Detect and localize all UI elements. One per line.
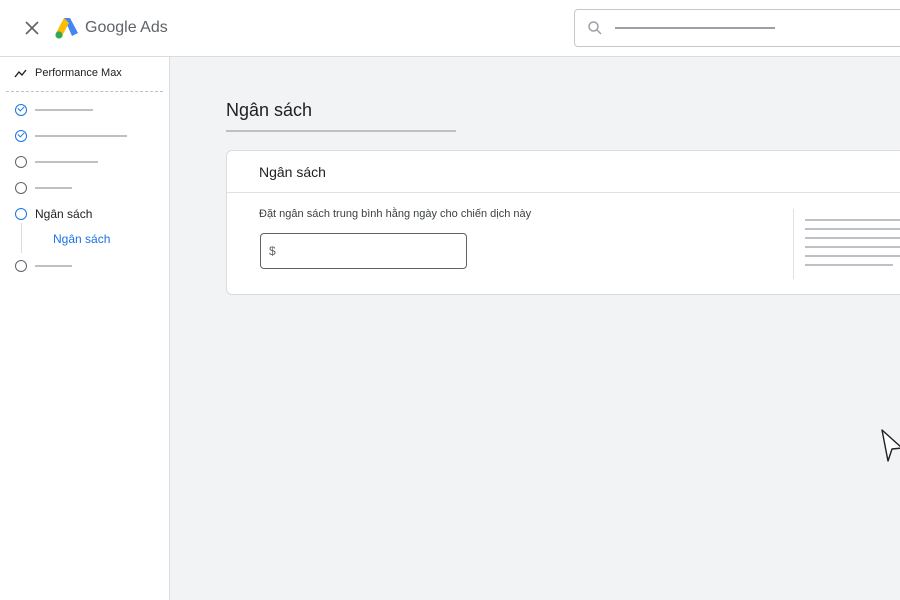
close-icon[interactable] [22, 18, 42, 38]
currency-prefix: $ [269, 244, 276, 258]
trending-icon [14, 69, 27, 78]
info-text-placeholder [805, 264, 893, 266]
search-input[interactable] [574, 9, 900, 47]
info-panel [805, 219, 900, 273]
sidebar-sub-step-budget[interactable]: Ngân sách [53, 232, 110, 246]
card-divider [793, 209, 794, 279]
sidebar-divider [6, 91, 163, 92]
check-icon [15, 130, 27, 142]
card-header: Ngân sách [227, 151, 900, 193]
brand-name: Google Ads [85, 19, 168, 36]
sub-step-rail [21, 223, 22, 253]
title-underline [226, 130, 456, 132]
step-label-placeholder [35, 109, 93, 111]
sidebar-step-2[interactable] [15, 130, 127, 142]
sidebar: Performance Max Ngân sách Ngân sách [0, 57, 170, 600]
check-icon [15, 104, 27, 116]
cursor-icon [881, 429, 900, 462]
info-text-placeholder [805, 255, 900, 257]
circle-icon [15, 208, 27, 220]
info-text-placeholder [805, 228, 900, 230]
search-icon [588, 21, 602, 35]
search-placeholder [615, 27, 775, 29]
sidebar-step-6[interactable] [15, 260, 72, 272]
step-label-placeholder [35, 265, 72, 267]
info-text-placeholder [805, 219, 900, 221]
circle-icon [15, 260, 27, 272]
campaign-type: Performance Max [14, 67, 122, 79]
info-text-placeholder [805, 237, 900, 239]
sidebar-step-4[interactable] [15, 182, 72, 194]
sidebar-step-label: Ngân sách [35, 207, 93, 221]
sidebar-step-1[interactable] [15, 104, 93, 116]
budget-description: Đặt ngân sách trung bình hằng ngày cho c… [259, 208, 532, 220]
step-label-placeholder [35, 135, 127, 137]
step-label-placeholder [35, 161, 98, 163]
circle-icon [15, 156, 27, 168]
card-title: Ngân sách [259, 164, 326, 180]
info-text-placeholder [805, 246, 900, 248]
step-label-placeholder [35, 187, 72, 189]
google-ads-logo [55, 18, 78, 39]
top-bar: Google Ads [0, 0, 900, 57]
budget-input[interactable]: $ [260, 233, 467, 269]
page-title: Ngân sách [226, 100, 313, 120]
circle-icon [15, 182, 27, 194]
sidebar-step-budget[interactable]: Ngân sách [15, 207, 92, 221]
budget-card: Ngân sách Đặt ngân sách trung bình hằng … [226, 150, 900, 295]
campaign-type-label: Performance Max [35, 67, 122, 79]
sidebar-step-3[interactable] [15, 156, 98, 168]
